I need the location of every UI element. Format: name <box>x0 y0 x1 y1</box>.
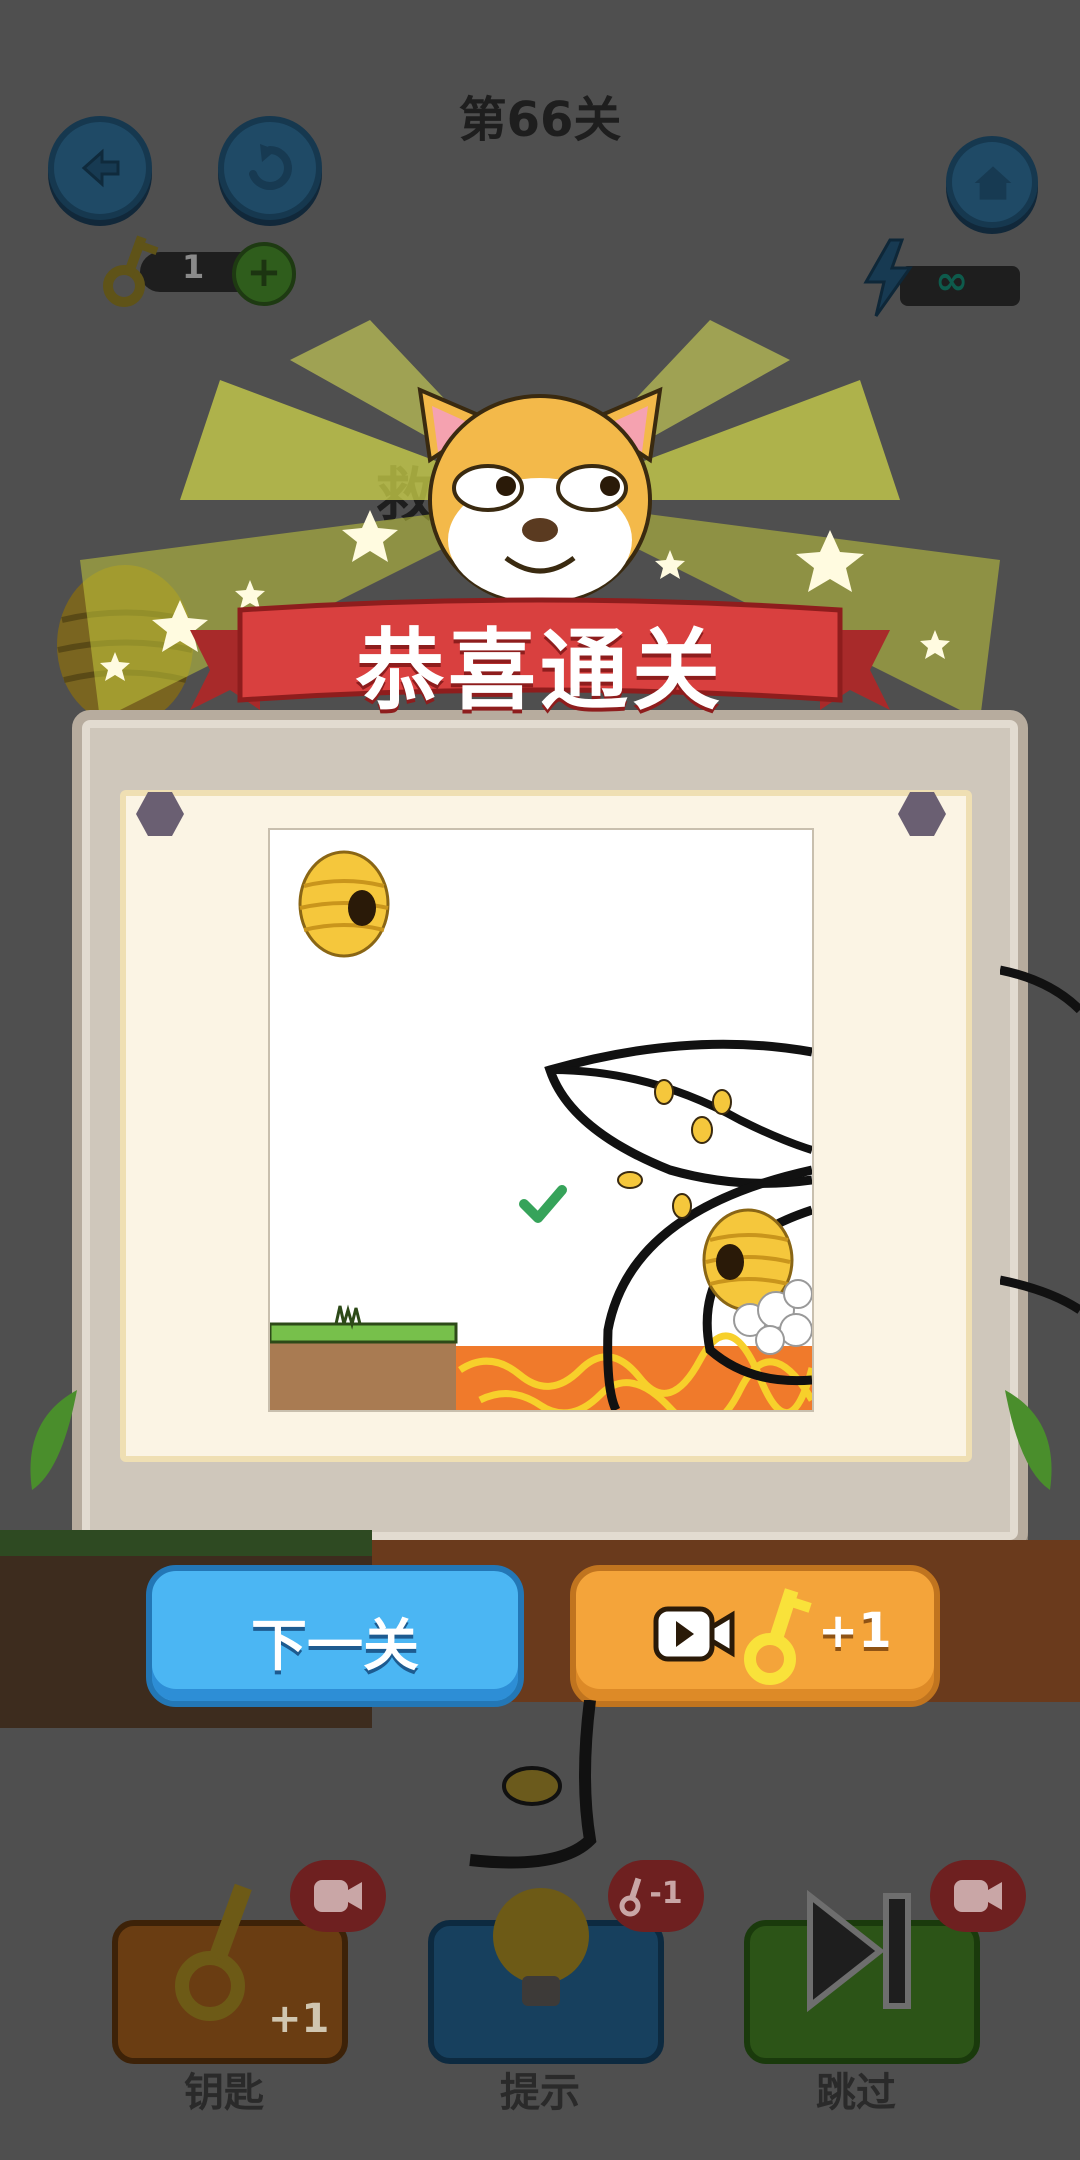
home-button[interactable] <box>946 136 1038 228</box>
video-camera-icon <box>653 1606 735 1662</box>
video-reward-label: +1 <box>818 1603 892 1659</box>
key-icon <box>103 235 159 307</box>
watch-video-for-key-button[interactable]: +1 <box>570 1565 940 1707</box>
video-camera-icon <box>314 1880 362 1912</box>
level-title: 第66关 <box>458 92 622 148</box>
lightbulb-icon <box>493 1888 589 2006</box>
bee-icon <box>502 1766 562 1806</box>
energy-value: ∞ <box>935 258 969 304</box>
bee-icons <box>617 1079 732 1219</box>
tool-label-skip: 跳过 <box>816 2070 896 2116</box>
level-snapshot-drawing <box>270 850 812 1410</box>
next-level-label: 下一关 <box>251 1614 419 1679</box>
home-icon <box>974 166 1012 200</box>
victory-banner-text: 恭喜通关 <box>355 619 724 722</box>
checkmark-icon <box>519 1185 567 1223</box>
key-icon <box>744 1588 812 1685</box>
leaf-left-icon <box>30 1390 77 1490</box>
energy-counter: ∞ <box>860 238 1020 317</box>
tool-label-hint: 提示 <box>500 2070 580 2116</box>
key-cost-bubble: -1 <box>608 1860 704 1932</box>
get-key-tool[interactable]: +1 <box>112 1883 348 2064</box>
tool-badge: +1 <box>268 1996 330 2042</box>
video-bubble <box>930 1860 1026 1932</box>
key-count: 1 <box>182 248 205 286</box>
skip-icon <box>807 1889 911 2013</box>
video-bubble <box>290 1860 386 1932</box>
beehive-icon <box>298 850 390 958</box>
hint-tool[interactable] <box>428 1888 664 2064</box>
level-snapshot <box>268 828 814 1412</box>
add-keys-button[interactable]: + <box>232 242 296 306</box>
skip-level-tool[interactable] <box>744 1889 980 2064</box>
video-camera-icon <box>954 1880 1002 1912</box>
key-counter: 1 + <box>100 230 296 307</box>
key-icon <box>619 1877 642 1917</box>
tool-label-key: 钥匙 <box>184 2070 264 2116</box>
next-level-button[interactable]: 下一关 <box>146 1565 524 1707</box>
key-icon <box>175 1883 252 2021</box>
shiba-dog-mascot <box>417 386 663 606</box>
